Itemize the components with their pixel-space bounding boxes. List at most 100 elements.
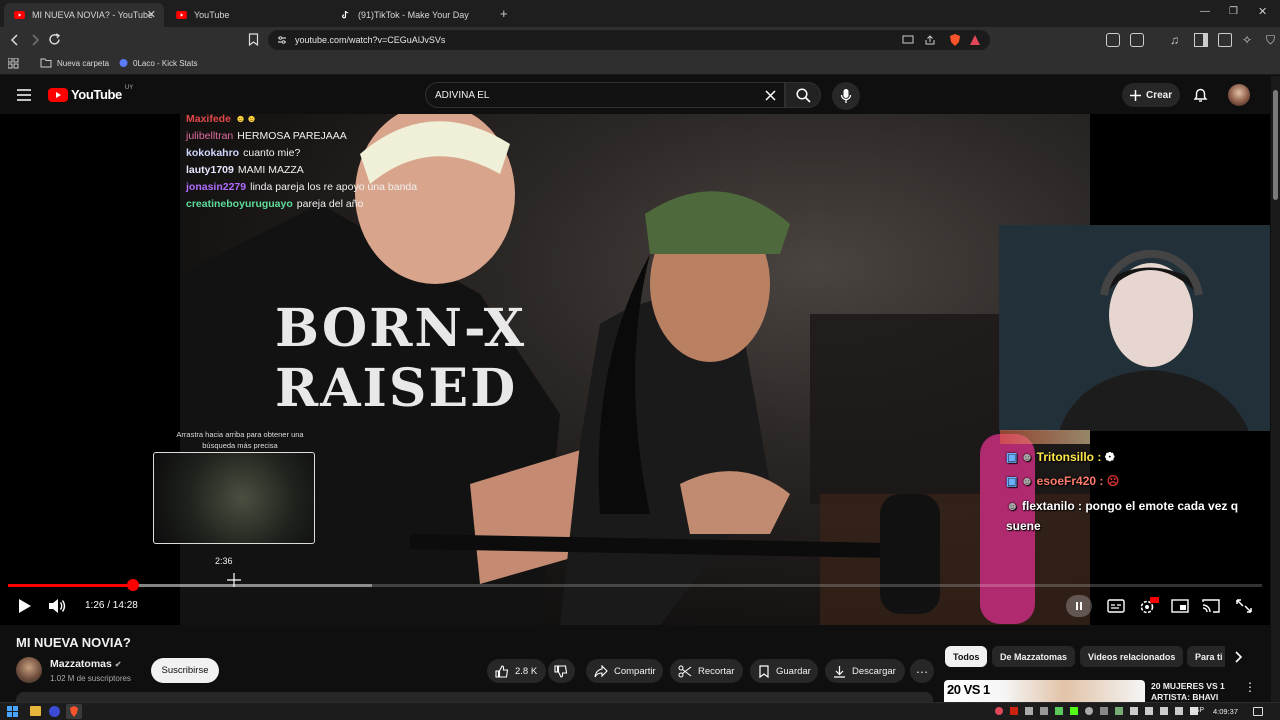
more-vertical-icon[interactable]: ⋮ <box>1244 680 1256 694</box>
brave-shield-icon[interactable] <box>948 33 962 47</box>
system-clock[interactable]: 4:09:37 <box>1213 707 1238 716</box>
chip-de-mazzatomas[interactable]: De Mazzatomas <box>992 646 1076 667</box>
discord-icon[interactable] <box>49 706 60 717</box>
kick-chat-message: ☻ flextanilo : pongo el emote cada vez q <box>1006 499 1238 513</box>
channel-name-text: Mazzatomas <box>50 658 112 670</box>
wallet-icon[interactable] <box>1218 33 1232 47</box>
like-button[interactable]: 2.8 K <box>487 659 546 683</box>
tray-icon[interactable] <box>995 707 1003 715</box>
close-window-icon[interactable]: ✕ <box>1258 5 1267 18</box>
minimize-icon[interactable]: — <box>1200 6 1210 17</box>
chat-message: creatineboyuruguayo pareja del año <box>186 198 363 210</box>
music-icon[interactable]: ♫ <box>1170 33 1184 47</box>
channel-name[interactable]: Mazzatomas ✔ <box>50 658 121 670</box>
bookmark-kick-stats[interactable]: 0Laco - Kick Stats <box>118 58 197 68</box>
url-field[interactable]: youtube.com/watch?v=CEGuAlJvSVs <box>268 30 990 50</box>
chevron-right-icon[interactable] <box>1232 650 1244 664</box>
close-tab-icon[interactable]: ✕ <box>147 8 156 21</box>
voice-search-button[interactable] <box>832 82 860 110</box>
reload-icon[interactable] <box>48 33 61 46</box>
share-icon <box>594 664 608 677</box>
tray-icon[interactable] <box>1160 707 1168 715</box>
scrollbar-thumb[interactable] <box>1273 90 1278 200</box>
chip-para-ti[interactable]: Para ti <box>1187 646 1225 667</box>
back-icon[interactable] <box>9 34 21 46</box>
cast-icon[interactable] <box>1200 596 1222 616</box>
recommendation-thumbnail[interactable]: 20 VS 1 <box>944 680 1145 702</box>
emote-icon: ❁ <box>1104 450 1115 464</box>
miniplayer-icon[interactable] <box>1169 596 1191 616</box>
apps-grid-icon[interactable] <box>8 58 19 69</box>
windows-start-icon[interactable] <box>7 706 18 717</box>
search-button[interactable] <box>785 82 821 108</box>
emote-icon: ☻ <box>1020 450 1034 464</box>
tab-youtube[interactable]: YouTube <box>166 3 326 27</box>
tray-icon[interactable] <box>1085 707 1093 715</box>
bookmark-page-icon[interactable] <box>248 33 259 46</box>
sidebar-icon[interactable] <box>1194 33 1208 47</box>
create-button[interactable]: Crear <box>1122 83 1180 107</box>
input-language[interactable]: ESP <box>1190 707 1204 714</box>
tray-icon[interactable] <box>1025 707 1033 715</box>
brave-taskbar-item[interactable] <box>66 704 82 719</box>
bookmark-folder[interactable]: Nueva carpeta <box>40 58 109 68</box>
volume-icon[interactable] <box>46 596 68 616</box>
play-icon[interactable] <box>14 596 36 616</box>
video-player[interactable]: BORN-X RAISED Maxifede ☻☻ julibelltran HER… <box>0 114 1270 625</box>
download-button[interactable]: Descargar <box>825 659 905 683</box>
tray-icon[interactable] <box>1100 707 1108 715</box>
dislike-button[interactable] <box>548 659 575 683</box>
vpn-shield-icon[interactable]: ⛉ <box>1266 33 1280 47</box>
leo-ai-icon[interactable]: ✧ <box>1242 33 1256 47</box>
fullscreen-icon[interactable] <box>1233 596 1255 616</box>
site-settings-icon[interactable] <box>277 35 287 45</box>
chat-username: lauty1709 <box>186 164 234 176</box>
file-explorer-icon[interactable] <box>30 706 41 716</box>
recommendation-title[interactable]: 20 MUJERES VS 1 ARTISTA: BHAVI <box>1151 681 1241 703</box>
notifications-center-icon[interactable] <box>1253 707 1263 716</box>
tray-icon[interactable] <box>1070 707 1078 715</box>
restore-icon[interactable]: ❐ <box>1229 6 1238 17</box>
autoplay-toggle[interactable] <box>1066 595 1092 617</box>
chip-videos-relacionados[interactable]: Videos relacionados <box>1080 646 1184 667</box>
extension-icon[interactable] <box>1106 33 1120 47</box>
description-box[interactable] <box>16 692 933 702</box>
hamburger-menu-icon[interactable] <box>17 89 31 101</box>
save-button[interactable]: Guardar <box>750 659 818 683</box>
chat-message: lauty1709 MAMI MAZZA <box>186 164 304 176</box>
share-page-icon[interactable] <box>924 34 936 46</box>
clip-label: Recortar <box>698 665 735 677</box>
brave-rewards-icon[interactable] <box>969 34 981 46</box>
tray-icon[interactable] <box>1115 707 1123 715</box>
extension-icon[interactable] <box>1130 33 1144 47</box>
youtube-logo[interactable]: YouTube UY <box>48 85 133 102</box>
tray-icon[interactable] <box>1040 707 1048 715</box>
new-tab-button[interactable]: + <box>500 6 508 21</box>
streamer-webcam <box>999 225 1270 431</box>
chip-todos[interactable]: Todos <box>945 646 988 667</box>
tray-icon[interactable] <box>1055 707 1063 715</box>
clip-button[interactable]: Recortar <box>670 659 743 683</box>
tiktok-favicon-icon <box>342 11 349 19</box>
tray-icon[interactable] <box>1010 707 1018 715</box>
tab-active[interactable]: MI NUEVA NOVIA? - YouTube ✕ <box>4 3 164 27</box>
share-button[interactable]: Compartir <box>586 659 663 683</box>
cast-page-icon[interactable] <box>902 34 914 46</box>
badge-icon: ▣ <box>1006 474 1018 488</box>
subtitles-icon[interactable] <box>1105 596 1127 616</box>
more-actions-button[interactable]: … <box>910 659 934 683</box>
forward-icon[interactable] <box>29 34 41 46</box>
clear-search-icon[interactable] <box>765 90 776 101</box>
subscribe-button[interactable]: Suscribirse <box>151 658 219 683</box>
channel-avatar[interactable] <box>16 657 42 683</box>
tab-tiktok[interactable]: (91)TikTok - Make Your Day <box>330 3 490 27</box>
notifications-bell-icon[interactable] <box>1193 87 1208 103</box>
search-input[interactable]: ADIVINA EL <box>425 82 785 108</box>
tray-icon[interactable] <box>1130 707 1138 715</box>
account-avatar[interactable] <box>1228 84 1250 106</box>
emote-icon: ☻ <box>1006 499 1019 513</box>
settings-gear-icon[interactable] <box>1137 596 1159 616</box>
progress-scrubber[interactable] <box>127 579 140 591</box>
tray-icon[interactable] <box>1175 707 1183 715</box>
tray-icon[interactable] <box>1145 707 1153 715</box>
